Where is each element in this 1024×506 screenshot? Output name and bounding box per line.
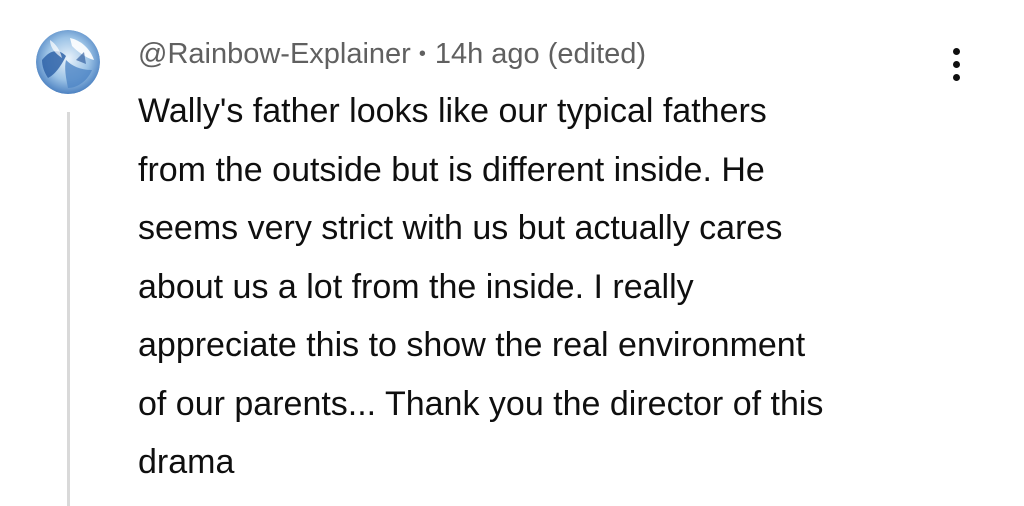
author-name[interactable]: @Rainbow-Explainer — [138, 38, 411, 70]
comment-text-line: seems very strict with us but actually c… — [138, 209, 783, 247]
more-vert-icon[interactable] — [936, 40, 976, 88]
timestamp[interactable]: 14h ago — [435, 38, 540, 70]
menu-dot — [952, 47, 960, 55]
comment-text-line: of our parents... Thank you the director… — [138, 384, 824, 423]
separator-dot: • — [418, 43, 426, 65]
comment-header: @Rainbow-Explainer • 14h ago (edited) — [138, 34, 646, 74]
comment-text: Wally's father looks like our typical fa… — [138, 82, 958, 492]
comment-text-line: about us a lot from the inside. I really — [138, 267, 694, 306]
menu-dot — [952, 60, 960, 68]
comment-text-line: appreciate this to show the real environ… — [138, 326, 806, 364]
menu-dot — [952, 73, 960, 81]
avatar[interactable] — [36, 30, 100, 94]
comment: @Rainbow-Explainer • 14h ago (edited) Wall… — [0, 0, 1024, 506]
thread-line — [67, 112, 70, 506]
comment-text-line: from the outside but is different inside… — [138, 150, 765, 189]
comment-text-line: drama — [138, 443, 235, 481]
avatar-image — [36, 30, 100, 94]
edited-label: (edited) — [547, 38, 647, 70]
comment-text-line: Wally's father looks like our typical fa… — [138, 92, 767, 130]
